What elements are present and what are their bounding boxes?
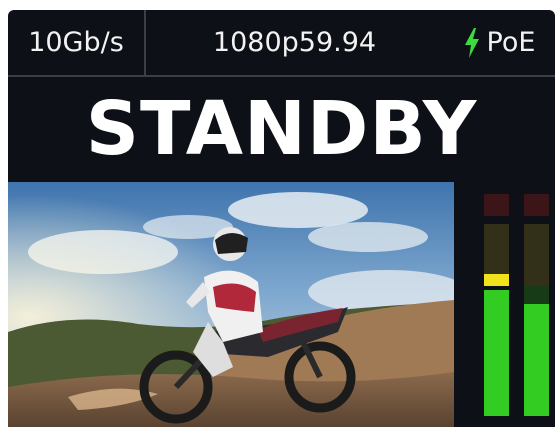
power-indicator: PoE: [443, 10, 555, 75]
video-preview: [8, 182, 454, 427]
meter-warning-zone: [484, 224, 509, 274]
video-format-indicator: 1080p59.94: [146, 10, 443, 75]
meter-level-bar: [484, 290, 509, 416]
meter-peak-hold: [484, 274, 509, 286]
status-bar: 10Gb/s 1080p59.94 PoE: [8, 10, 555, 77]
camera-state-label: STANDBY: [85, 85, 478, 172]
meter-peak-zone: [524, 194, 549, 216]
lightning-bolt-icon: [463, 27, 481, 58]
meter-peak-zone: [484, 194, 509, 216]
video-format-label: 1080p59.94: [212, 27, 377, 58]
link-speed-label: 10Gb/s: [28, 27, 124, 58]
audio-meter-left: [484, 194, 509, 416]
power-label: PoE: [486, 27, 536, 58]
meter-level-bar: [524, 304, 549, 416]
meter-warning-zone: [524, 224, 549, 286]
audio-meters: [454, 182, 555, 427]
audio-meter-right: [524, 194, 549, 416]
link-speed-indicator: 10Gb/s: [8, 10, 146, 75]
device-display: 10Gb/s 1080p59.94 PoE STANDBY: [8, 10, 555, 427]
video-preview-image: [8, 182, 454, 427]
meter-green-dim-zone: [524, 286, 549, 304]
